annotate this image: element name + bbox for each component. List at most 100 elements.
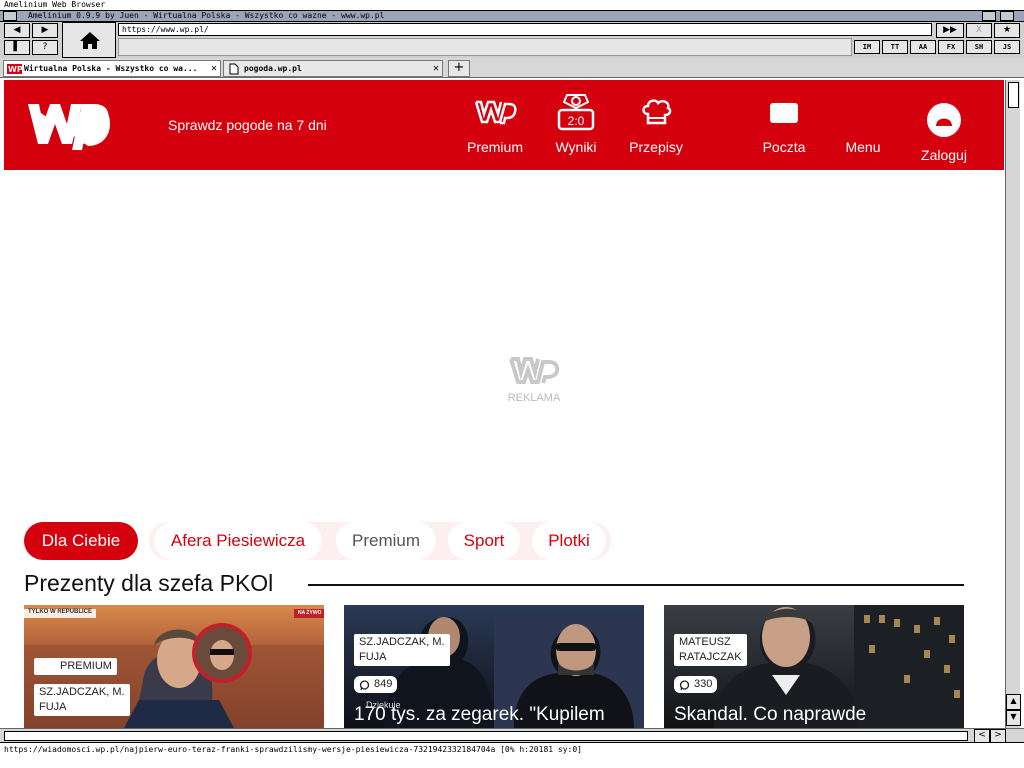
- screen-title-bar: Amelinium Web Browser: [0, 0, 1024, 10]
- comments-badge[interactable]: 330: [674, 676, 718, 693]
- screen-title: Amelinium Web Browser: [4, 0, 106, 9]
- go-button[interactable]: ▶▶: [936, 23, 964, 38]
- page-icon: [229, 63, 239, 75]
- ad-label: REKLAMA: [507, 392, 561, 404]
- article-card[interactable]: TYLKO W REPUBLICE NA ŻYWO PREMIUM SZ.JAD…: [24, 605, 324, 728]
- window-title-bar[interactable]: Amelinium 0.9.9 by Juen - Wirtualna Pols…: [0, 10, 1024, 22]
- pill-sport[interactable]: Sport: [448, 522, 520, 560]
- nav-przepisy[interactable]: Przepisy: [624, 80, 688, 170]
- favorite-star-button[interactable]: ★: [994, 23, 1020, 38]
- article-card[interactable]: MATEUSZ RATAJCZAK 330 Skandal. Co napraw…: [664, 605, 964, 728]
- premium-label: PREMIUM: [60, 660, 112, 672]
- article-headline[interactable]: 170 tys. za zegarek. "Kupilem: [354, 704, 605, 726]
- tab-wp[interactable]: WP Wirtualna Polska - Wszystko co wa... …: [3, 60, 221, 77]
- switch-aa-button[interactable]: AA: [910, 40, 936, 54]
- zoom-gadget-icon[interactable]: [982, 11, 996, 21]
- tab-close-icon[interactable]: ✕: [433, 61, 439, 76]
- new-tab-button[interactable]: +: [448, 60, 470, 77]
- comment-bubble-icon: [359, 680, 370, 691]
- premium-badge: PREMIUM: [34, 658, 117, 675]
- premium-wp-icon: [474, 100, 517, 125]
- switch-tt-button[interactable]: TT: [882, 40, 908, 54]
- comments-count: 330: [694, 678, 713, 690]
- switch-js-button[interactable]: JS: [994, 40, 1020, 54]
- nav-label: Zaloguj: [921, 147, 967, 163]
- switch-sh-button[interactable]: SH: [966, 40, 992, 54]
- comment-bubble-icon: [679, 680, 690, 691]
- weather-link[interactable]: Sprawdz pogode na 7 dni: [168, 117, 327, 133]
- vertical-scrollbar[interactable]: ▲ ▼: [1005, 80, 1021, 728]
- scoreboard-icon: 2:0: [557, 94, 595, 131]
- svg-text:WP: WP: [8, 65, 22, 74]
- pill-afera[interactable]: Afera Piesiewicza: [154, 522, 322, 560]
- tab-close-icon[interactable]: ✕: [211, 61, 217, 76]
- score-text: 2:0: [568, 114, 585, 128]
- author-line: MATEUSZ: [679, 636, 731, 648]
- section-divider: [308, 584, 964, 586]
- window-title: Amelinium 0.9.9 by Juen - Wirtualna Pols…: [28, 11, 385, 20]
- pill-plotki[interactable]: Plotki: [532, 522, 606, 560]
- nav-label: Menu: [845, 139, 881, 155]
- nav-label: Premium: [466, 139, 523, 155]
- article-headline[interactable]: Skandal. Co naprawde: [674, 704, 866, 726]
- switch-fx-button[interactable]: FX: [938, 40, 964, 54]
- live-badge: NA ŻYWO: [298, 610, 322, 616]
- author-line: SZ.JADCZAK, M.: [39, 686, 125, 698]
- tab-bar: WP Wirtualna Polska - Wszystko co wa... …: [0, 58, 1024, 78]
- close-gadget-icon[interactable]: [3, 11, 17, 21]
- user-avatar-icon: [927, 103, 961, 137]
- nav-poczta[interactable]: Poczta: [752, 80, 816, 170]
- author-line: SZ.JADCZAK, M.: [359, 636, 445, 648]
- tab-title: pogoda.wp.pl: [244, 64, 302, 73]
- switch-im-button[interactable]: IM: [854, 40, 880, 54]
- nav-menu[interactable]: Menu: [832, 80, 894, 170]
- nav-wyniki[interactable]: 2:0 Wyniki: [544, 80, 608, 170]
- scroll-left-arrow-icon[interactable]: <: [974, 729, 990, 743]
- comments-badge[interactable]: 849: [354, 676, 398, 693]
- comments-count: 849: [374, 678, 393, 690]
- scroll-thumb[interactable]: [1008, 82, 1019, 108]
- pill-dla-ciebie[interactable]: Dla Ciebie: [24, 522, 138, 560]
- nav-label: Przepisy: [629, 139, 683, 155]
- author-tag: SZ.JADCZAK, M. FUJA: [34, 684, 130, 716]
- status-bar: https://wiadomosci.wp.pl/najpierw-euro-t…: [0, 742, 1024, 758]
- tv-channel-label: TYLKO W REPUBLICE: [28, 609, 92, 615]
- depth-gadget-icon[interactable]: [1000, 11, 1014, 21]
- author-line: FUJA: [39, 701, 67, 713]
- scroll-down-arrow-icon[interactable]: ▼: [1006, 710, 1021, 726]
- nav-zaloguj[interactable]: Zaloguj: [912, 80, 976, 170]
- nav-premium[interactable]: Premium: [464, 80, 526, 170]
- ad-placeholder: REKLAMA: [494, 356, 574, 404]
- home-icon: [80, 32, 100, 49]
- home-button[interactable]: [62, 22, 116, 58]
- mail-icon: [770, 103, 798, 123]
- url-suggestion-bar: [118, 38, 852, 56]
- tab-pogoda[interactable]: pogoda.wp.pl ✕: [223, 60, 443, 77]
- tab-title: Wirtualna Polska - Wszystko co wa...: [24, 64, 198, 73]
- back-button[interactable]: ◀: [4, 23, 30, 38]
- pill-premium[interactable]: Premium: [336, 522, 436, 560]
- url-field[interactable]: https://www.wp.pl/: [118, 23, 932, 36]
- author-line: RATAJCZAK: [679, 651, 742, 663]
- horizontal-scrollbar[interactable]: < >: [0, 728, 1024, 743]
- nav-label: Poczta: [762, 139, 806, 155]
- nav-label: Wyniki: [555, 139, 597, 155]
- page-viewport: Sprawdz pogode na 7 dni Premium 2:0 Wyni…: [4, 80, 1004, 728]
- section-title[interactable]: Prezenty dla szefa PKOl: [24, 570, 273, 597]
- scroll-up-arrow-icon[interactable]: ▲: [1006, 694, 1021, 710]
- hscroll-thumb[interactable]: [4, 731, 968, 741]
- wp-favicon-icon: WP: [7, 64, 22, 74]
- author-tag: MATEUSZ RATAJCZAK: [674, 634, 747, 666]
- stop-button[interactable]: X: [966, 23, 992, 38]
- wp-logo-icon[interactable]: [24, 98, 110, 154]
- author-line: FUJA: [359, 651, 387, 663]
- forward-button[interactable]: ▶: [32, 23, 58, 38]
- article-card[interactable]: SZ.JADCZAK, M. FUJA 849 Dziekuje 170 tys…: [344, 605, 644, 728]
- help-button[interactable]: ?: [32, 40, 58, 55]
- chef-hat-icon: [642, 99, 672, 125]
- site-header: Sprawdz pogode na 7 dni Premium 2:0 Wyni…: [4, 80, 1004, 170]
- author-tag: SZ.JADCZAK, M. FUJA: [354, 634, 450, 666]
- scroll-right-arrow-icon[interactable]: >: [990, 729, 1006, 743]
- bookmark-button[interactable]: ▌: [4, 40, 30, 55]
- wp-ad-logo-icon: [509, 357, 560, 384]
